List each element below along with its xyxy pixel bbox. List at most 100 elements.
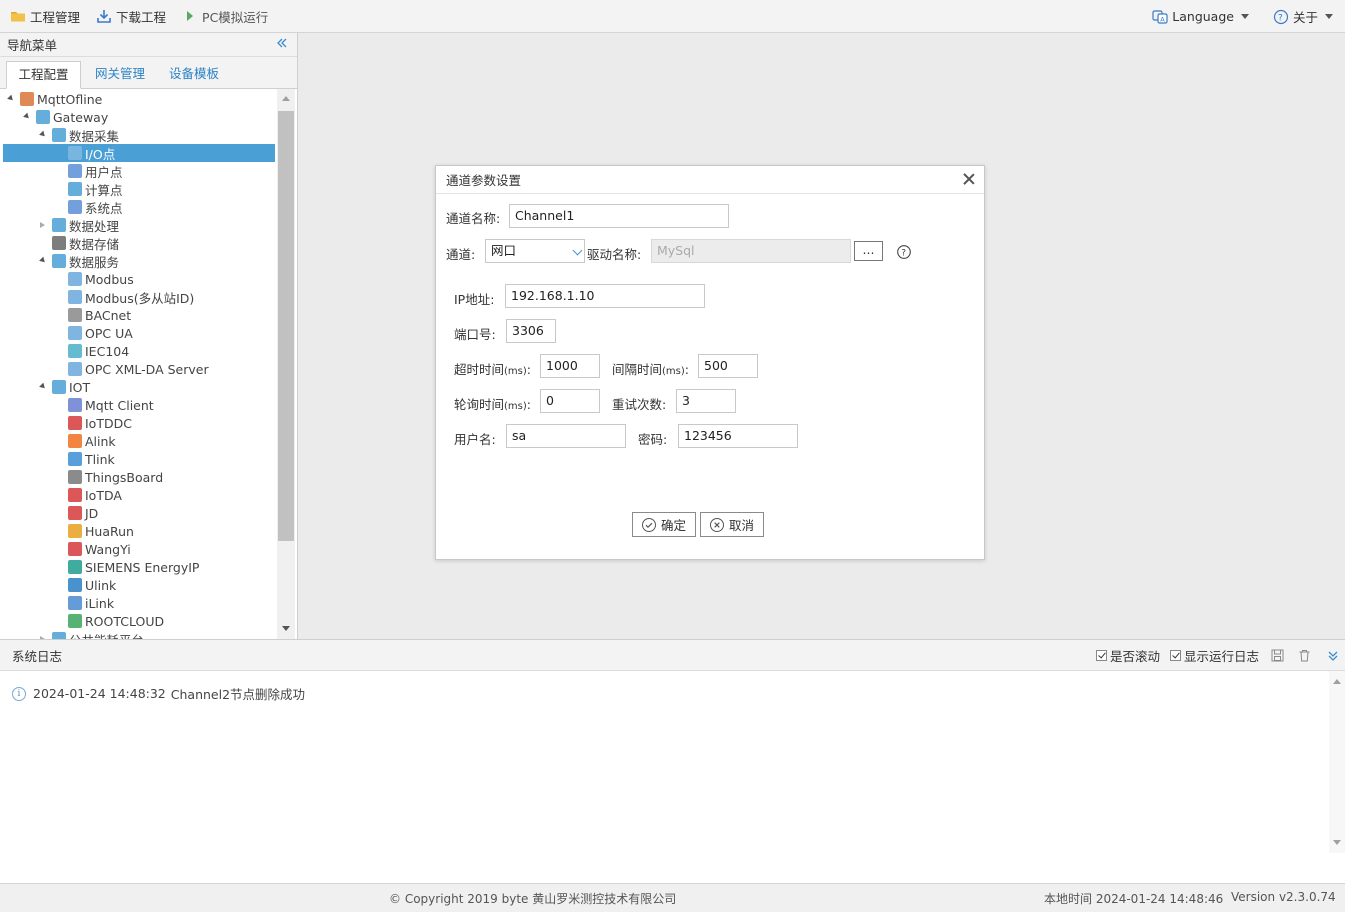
cancel-button[interactable]: 取消 bbox=[700, 512, 764, 537]
auto-scroll-checkbox[interactable]: 是否滚动 bbox=[1095, 646, 1160, 665]
interval-label: 间隔时间(ms): bbox=[612, 362, 689, 377]
password-input[interactable]: 123456 bbox=[678, 424, 798, 448]
language-label: Language bbox=[1172, 9, 1234, 24]
log-scrollbar[interactable] bbox=[1329, 671, 1345, 853]
tree-node[interactable]: 计算点 bbox=[68, 180, 123, 198]
tab-project-config[interactable]: 工程配置 bbox=[6, 61, 81, 89]
tree-node[interactable]: IEC104 bbox=[68, 342, 129, 360]
show-runtime-log-checkbox[interactable]: 显示运行日志 bbox=[1169, 646, 1259, 665]
status-footer: © Copyright 2019 byte 黄山罗米测控技术有限公司 本地时间 … bbox=[0, 883, 1345, 912]
modbus-icon bbox=[68, 272, 82, 286]
help-icon[interactable]: ? bbox=[896, 244, 912, 263]
timeout-input[interactable]: 1000 bbox=[540, 354, 600, 378]
tree-node[interactable]: 公共能耗平台 bbox=[40, 630, 144, 639]
tree-node-label: IoTDA bbox=[85, 487, 122, 503]
tree-node[interactable]: Modbus bbox=[68, 270, 134, 288]
tlink-icon bbox=[68, 452, 82, 466]
tree-node[interactable]: Gateway bbox=[23, 108, 108, 126]
scroll-up-icon[interactable] bbox=[282, 96, 290, 101]
tree-node[interactable]: ROOTCLOUD bbox=[68, 612, 164, 630]
username-input[interactable]: sa bbox=[506, 424, 626, 448]
scroll-down-icon[interactable] bbox=[282, 626, 290, 631]
tree-node[interactable]: 用户点 bbox=[68, 162, 123, 180]
tree-node[interactable]: JD bbox=[68, 504, 98, 522]
about-menu[interactable]: ? 关于 bbox=[1263, 0, 1345, 33]
tree-node-label: IEC104 bbox=[85, 343, 130, 359]
expanded-arrow-icon[interactable] bbox=[39, 256, 47, 265]
tree-node[interactable]: WangYi bbox=[68, 540, 131, 558]
tree-node[interactable]: IoTDDC bbox=[68, 414, 132, 432]
expanded-arrow-icon[interactable] bbox=[39, 130, 47, 139]
tree-scrollbar[interactable] bbox=[277, 89, 295, 639]
browse-driver-button[interactable]: ... bbox=[854, 241, 883, 261]
ip-address-label: IP地址: bbox=[454, 292, 495, 307]
tree-node[interactable]: Modbus(多从站ID) bbox=[68, 288, 194, 306]
confirm-button[interactable]: 确定 bbox=[632, 512, 696, 537]
retry-count-input[interactable]: 3 bbox=[676, 389, 736, 413]
tree-node[interactable]: Tlink bbox=[68, 450, 115, 468]
language-menu[interactable]: A Language bbox=[1142, 0, 1263, 33]
calc-icon bbox=[68, 182, 82, 196]
tree-node[interactable]: 系统点 bbox=[68, 198, 123, 216]
expanded-arrow-icon[interactable] bbox=[7, 94, 15, 103]
tree-node[interactable]: SIEMENS EnergyIP bbox=[68, 558, 199, 576]
tree-node-label: 系统点 bbox=[85, 200, 123, 216]
tree-node[interactable]: OPC UA bbox=[68, 324, 133, 342]
download-project-button[interactable]: 下载工程 bbox=[86, 0, 172, 33]
tree-node[interactable]: BACnet bbox=[68, 306, 131, 324]
tree-node[interactable]: ThingsBoard bbox=[68, 468, 163, 486]
siemens-icon bbox=[68, 560, 82, 574]
collapsed-arrow-icon[interactable] bbox=[40, 222, 45, 228]
tree-node[interactable]: MqttOfline bbox=[7, 90, 102, 108]
tree-node[interactable]: HuaRun bbox=[68, 522, 134, 540]
double-chevron-left-icon[interactable] bbox=[276, 37, 288, 53]
tree-node[interactable]: 数据处理 bbox=[40, 216, 119, 234]
tree-node[interactable]: Alink bbox=[68, 432, 116, 450]
navigation-panel: 导航菜单 工程配置 网关管理 设备模板 MqttOfline Gateway 数据采… bbox=[0, 33, 298, 639]
tree-node-label: I/O点 bbox=[85, 146, 116, 162]
trash-icon[interactable] bbox=[1298, 649, 1311, 662]
tree-node[interactable]: 数据服务 bbox=[39, 252, 119, 270]
tree-node[interactable]: OPC XML-DA Server bbox=[68, 360, 209, 378]
channel-select-value: 网口 bbox=[491, 243, 517, 258]
close-icon[interactable] bbox=[962, 172, 976, 186]
ip-address-input[interactable]: 192.168.1.10 bbox=[505, 284, 705, 308]
tree-scrollbar-thumb[interactable] bbox=[278, 111, 294, 541]
tree-node-label: OPC XML-DA Server bbox=[85, 361, 209, 377]
port-input[interactable]: 3306 bbox=[506, 319, 556, 343]
scroll-up-icon[interactable] bbox=[1333, 679, 1341, 684]
tree-node[interactable]: Mqtt Client bbox=[68, 396, 154, 414]
tree-node[interactable]: 数据采集 bbox=[39, 126, 119, 144]
navigation-tabs: 工程配置 网关管理 设备模板 bbox=[0, 57, 297, 89]
tree-node[interactable]: IOT bbox=[39, 378, 90, 396]
tab-gateway-management[interactable]: 网关管理 bbox=[86, 61, 154, 89]
project-management-button[interactable]: 工程管理 bbox=[0, 0, 86, 33]
tree-node-label: IoTDDC bbox=[85, 415, 132, 431]
show-runtime-log-label: 显示运行日志 bbox=[1183, 649, 1259, 664]
tree-node[interactable]: Ulink bbox=[68, 576, 116, 594]
scroll-down-icon[interactable] bbox=[1333, 840, 1341, 845]
tree-node[interactable]: IoTDA bbox=[68, 486, 122, 504]
double-chevron-down-icon[interactable] bbox=[1327, 650, 1339, 662]
modbus-icon bbox=[68, 290, 82, 304]
save-log-icon[interactable] bbox=[1271, 649, 1284, 662]
username-label: 用户名: bbox=[454, 432, 496, 447]
expanded-arrow-icon[interactable] bbox=[39, 382, 47, 391]
tab-device-template[interactable]: 设备模板 bbox=[160, 61, 228, 89]
poll-time-input[interactable]: 0 bbox=[540, 389, 600, 413]
tree-node[interactable]: 数据存储 bbox=[52, 234, 119, 252]
expanded-arrow-icon[interactable] bbox=[23, 112, 31, 121]
translate-icon: A bbox=[1152, 9, 1168, 25]
channel-select[interactable]: 网口 bbox=[485, 239, 585, 263]
interval-input[interactable]: 500 bbox=[698, 354, 758, 378]
pc-simulate-button[interactable]: PC模拟运行 bbox=[172, 0, 274, 33]
tree-node-label: WangYi bbox=[85, 541, 131, 557]
about-label: 关于 bbox=[1292, 10, 1318, 25]
log-entry: i 2024-01-24 14:48:32 Channel2节点删除成功 bbox=[12, 684, 305, 703]
tree-node-label: Alink bbox=[85, 433, 116, 449]
tree-node[interactable]: iLink bbox=[68, 594, 114, 612]
log-entry-time: 2024-01-24 14:48:32 bbox=[33, 686, 166, 701]
tree-node[interactable]: I/O点 bbox=[3, 144, 275, 162]
iotddc-icon bbox=[68, 416, 82, 430]
channel-name-input[interactable]: Channel1 bbox=[509, 204, 729, 228]
